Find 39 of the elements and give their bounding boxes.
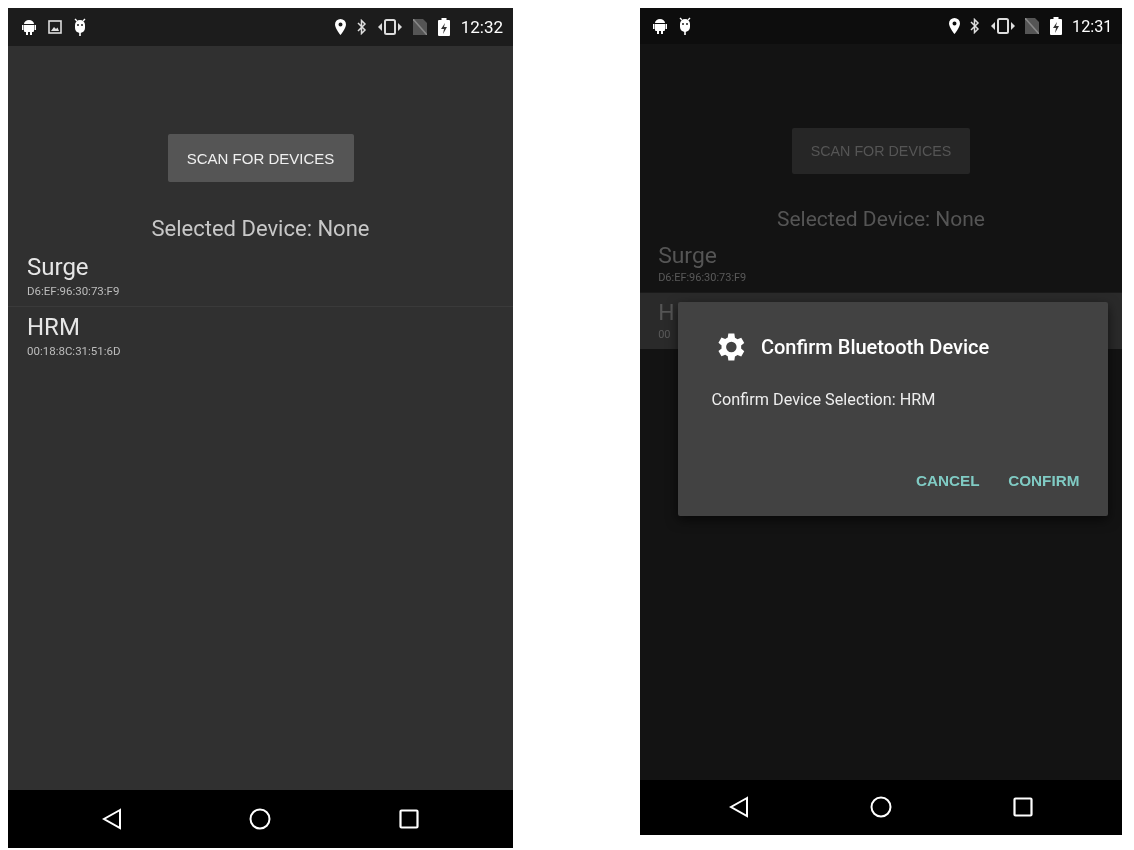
device-name: HRM [27,312,81,342]
dialog-action-button[interactable]: CONFIRM [1008,466,1080,495]
back-icon[interactable] [729,796,750,819]
scan-button[interactable]: SCAN FOR DEVICES [167,134,354,182]
bug-icon [74,18,86,36]
android-icon [653,18,668,35]
selected-device-label: Selected Device: None [777,206,985,231]
home-icon[interactable] [870,796,892,819]
bluetooth-icon [356,19,367,35]
android-icon [22,19,36,35]
vibrate-icon [990,18,1015,35]
recent-apps-icon[interactable] [399,809,420,829]
clock-time: 12:32 [460,17,503,37]
location-icon [948,18,960,35]
selected-device-label: Selected Device: None [151,216,370,241]
dialog-message: Confirm Device Selection: HRM [711,389,937,409]
battery-icon [1049,17,1062,36]
bug-icon [678,17,691,36]
no-sim-icon [412,19,427,35]
device-list-item[interactable]: Surge D6:EF:96:30:73:F9 [8,247,513,307]
dialog-title: Confirm Bluetooth Device [760,334,990,359]
device-list-item[interactable]: Surge D6:EF:96:30:73:F9 [640,236,1122,293]
no-sim-icon [1025,18,1040,35]
device-name: Surge [658,241,718,270]
device-name: Surge [27,253,90,282]
dialog-action-button[interactable]: CANCEL [915,466,980,495]
back-icon[interactable] [101,808,122,830]
device-address: 00:18:8C:31:51:6D [27,343,122,358]
clock-time: 12:31 [1072,16,1113,36]
device-list-item[interactable]: HRM 00:18:8C:31:51:6D [8,306,513,366]
vibrate-icon [377,19,402,35]
device-address: D6:EF:96:30:73:F9 [658,271,748,285]
device-address: D6:EF:96:30:73:F9 [27,283,121,298]
home-icon[interactable] [249,808,272,830]
location-icon [334,19,346,35]
bluetooth-icon [970,18,981,35]
recent-apps-icon[interactable] [1012,797,1033,818]
battery-icon [437,18,450,36]
image-icon [48,20,62,34]
